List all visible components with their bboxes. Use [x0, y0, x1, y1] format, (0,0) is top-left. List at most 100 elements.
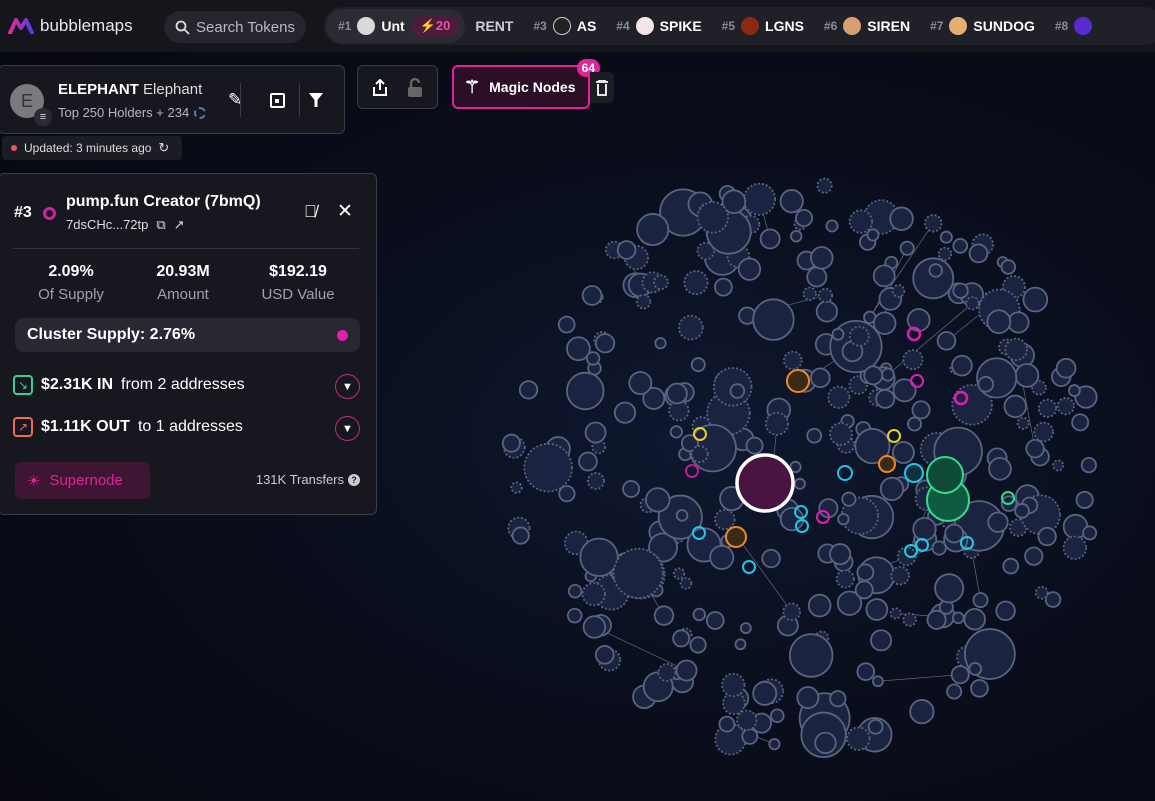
- holder-bubble[interactable]: [937, 246, 953, 262]
- holder-bubble[interactable]: [705, 611, 725, 630]
- holder-bubble[interactable]: [810, 367, 831, 389]
- holder-bubble[interactable]: [1025, 438, 1045, 459]
- holder-bubble[interactable]: [523, 442, 573, 493]
- highlighted-holder-bubble[interactable]: [742, 560, 756, 574]
- holder-bubble[interactable]: [1002, 557, 1020, 575]
- highlighted-holder-bubble[interactable]: [887, 429, 901, 443]
- holder-bubble[interactable]: [557, 315, 576, 334]
- holder-bubble[interactable]: [902, 349, 924, 371]
- highlighted-holder-bubble[interactable]: [786, 369, 810, 393]
- holder-bubble[interactable]: [675, 509, 689, 522]
- holder-bubble[interactable]: [891, 441, 915, 464]
- holder-bubble[interactable]: [807, 593, 832, 618]
- ticker-item-4[interactable]: #4 SPIKE: [616, 17, 702, 35]
- holder-bubble[interactable]: [745, 436, 764, 455]
- holder-bubble[interactable]: [566, 371, 605, 411]
- holder-bubble[interactable]: [645, 487, 671, 513]
- holder-bubble[interactable]: [970, 679, 989, 698]
- holder-bubble[interactable]: [672, 629, 691, 648]
- holder-bubble[interactable]: [510, 481, 523, 494]
- holder-bubble[interactable]: [501, 433, 521, 453]
- holder-bubble[interactable]: [1037, 398, 1058, 418]
- holder-bubble[interactable]: [1014, 503, 1030, 519]
- holder-bubble[interactable]: [595, 333, 616, 354]
- holder-bubble[interactable]: [854, 580, 874, 600]
- highlighted-holder-bubble[interactable]: [685, 464, 699, 478]
- holder-bubble[interactable]: [902, 612, 917, 627]
- holder-bubble[interactable]: [952, 238, 969, 254]
- holder-bubble[interactable]: [635, 294, 652, 310]
- holder-bubble[interactable]: [1033, 421, 1054, 443]
- holder-bubble[interactable]: [952, 282, 969, 299]
- holder-bubble[interactable]: [1004, 337, 1028, 362]
- holder-bubble[interactable]: [669, 425, 683, 439]
- holder-bubble[interactable]: [1016, 416, 1030, 430]
- holder-bubble[interactable]: [761, 548, 781, 569]
- holder-bubble[interactable]: [666, 382, 688, 405]
- holder-bubble[interactable]: [752, 298, 795, 341]
- holder-bubble[interactable]: [815, 300, 838, 323]
- lock-open-icon[interactable]: [407, 78, 423, 98]
- holder-bubble[interactable]: [581, 285, 603, 306]
- holder-bubble[interactable]: [909, 699, 935, 725]
- holder-bubble[interactable]: [511, 526, 530, 545]
- holder-bubble[interactable]: [912, 516, 937, 542]
- holder-bubble[interactable]: [742, 182, 777, 216]
- holder-bubble[interactable]: [653, 274, 669, 291]
- holder-bubble[interactable]: [872, 675, 884, 688]
- holder-bubble[interactable]: [911, 400, 931, 420]
- holder-bubble[interactable]: [965, 296, 980, 311]
- holder-bubble[interactable]: [1052, 459, 1065, 472]
- holder-bubble[interactable]: [690, 357, 706, 373]
- holder-bubble[interactable]: [837, 512, 850, 526]
- holder-bubble[interactable]: [944, 523, 965, 544]
- calendar-icon[interactable]: [270, 92, 285, 108]
- holder-bubble[interactable]: [1075, 490, 1094, 509]
- holder-bubble[interactable]: [709, 544, 735, 570]
- holder-bubble[interactable]: [829, 543, 852, 566]
- holder-bubble[interactable]: [1062, 535, 1088, 561]
- holder-bubble[interactable]: [679, 577, 693, 590]
- holder-bubble[interactable]: [768, 738, 781, 751]
- holder-bubble[interactable]: [654, 337, 667, 350]
- highlighted-holder-bubble[interactable]: [926, 456, 964, 494]
- holder-bubble[interactable]: [736, 709, 758, 731]
- brand-logo[interactable]: bubblemaps: [8, 16, 133, 36]
- holder-bubble[interactable]: [926, 609, 947, 630]
- holder-bubble[interactable]: [891, 284, 906, 298]
- holder-bubble[interactable]: [1024, 546, 1044, 566]
- ticker-item-8[interactable]: #8: [1055, 17, 1093, 35]
- holder-bubble[interactable]: [794, 208, 814, 228]
- holder-address[interactable]: 7dsCHc...72tp: [66, 217, 148, 233]
- holder-bubble[interactable]: [1082, 525, 1098, 541]
- holder-bubble[interactable]: [951, 611, 965, 625]
- holder-bubble[interactable]: [752, 680, 778, 706]
- holder-bubble[interactable]: [582, 615, 607, 639]
- holder-bubble[interactable]: [856, 662, 876, 681]
- highlighted-holder-bubble[interactable]: [878, 455, 896, 473]
- holder-bubble[interactable]: [689, 636, 707, 654]
- holder-bubble[interactable]: [890, 565, 910, 586]
- holder-bubble[interactable]: [585, 351, 601, 366]
- holder-bubble[interactable]: [718, 715, 736, 733]
- holder-bubble[interactable]: [612, 547, 664, 599]
- holder-bubble[interactable]: [734, 638, 747, 651]
- holder-bubble[interactable]: [939, 230, 953, 244]
- holder-bubble[interactable]: [567, 583, 583, 599]
- filter-icon[interactable]: [309, 93, 323, 107]
- holder-bubble[interactable]: [889, 206, 914, 231]
- highlighted-holder-bubble[interactable]: [725, 526, 747, 548]
- holder-bubble[interactable]: [846, 726, 871, 751]
- holder-bubble[interactable]: [653, 605, 675, 626]
- holder-bubble[interactable]: [1034, 585, 1049, 600]
- holder-bubble[interactable]: [1007, 311, 1030, 334]
- holder-bubble[interactable]: [769, 708, 785, 724]
- holder-bubble[interactable]: [1022, 286, 1049, 313]
- holder-bubble[interactable]: [814, 731, 837, 755]
- holder-bubble[interactable]: [628, 371, 653, 395]
- holder-bubble[interactable]: [928, 263, 943, 278]
- holder-bubble[interactable]: [1037, 526, 1057, 547]
- holder-bubble[interactable]: [934, 573, 965, 604]
- close-icon[interactable]: ✕: [337, 200, 353, 223]
- ticker-item-3[interactable]: #3 AS: [533, 17, 596, 35]
